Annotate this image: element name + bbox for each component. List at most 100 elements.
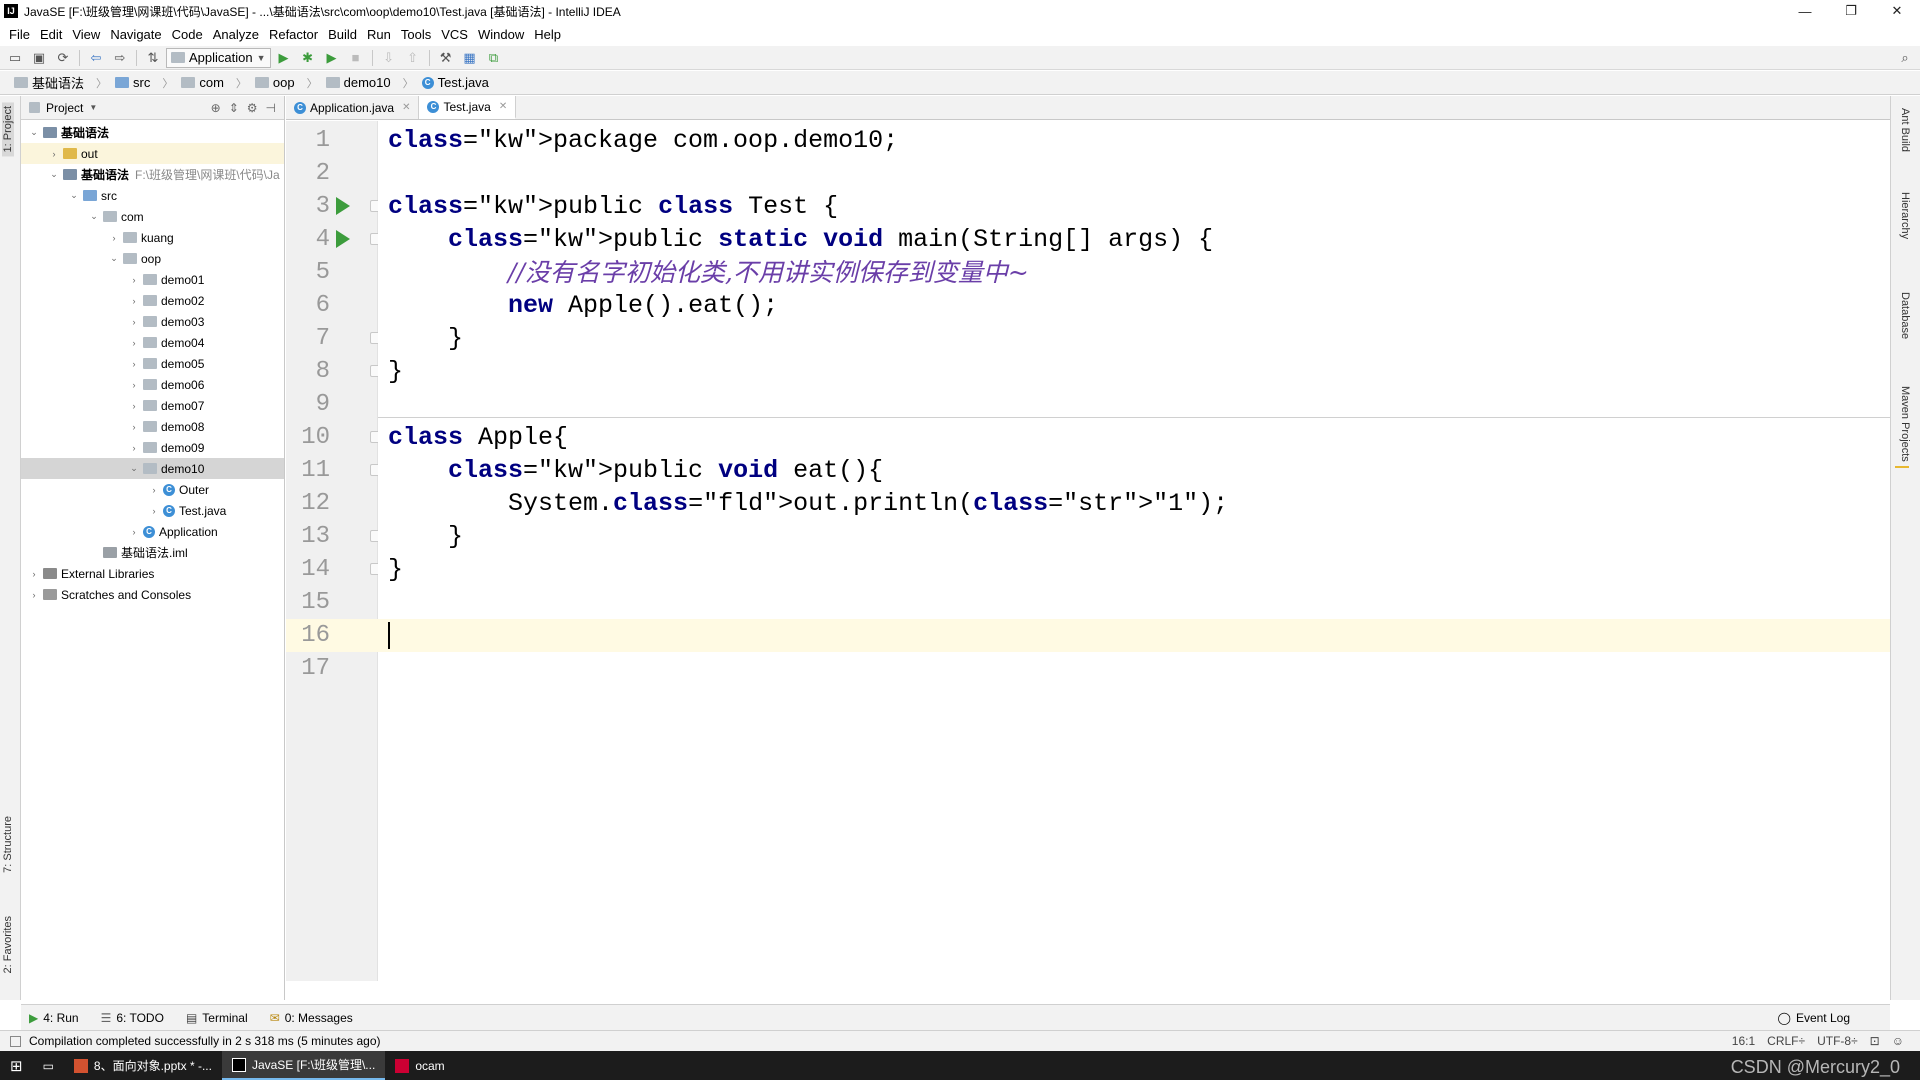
menu-refactor[interactable]: Refactor bbox=[264, 27, 323, 42]
todo-tool-tab[interactable]: ☰ 6: TODO bbox=[101, 1011, 164, 1025]
menu-edit[interactable]: Edit bbox=[35, 27, 67, 42]
chevron-right-icon[interactable]: › bbox=[127, 275, 141, 285]
inspector-icon[interactable]: ☺ bbox=[1892, 1034, 1904, 1048]
run-configuration-dropdown[interactable]: Application ▼ bbox=[166, 47, 271, 68]
settings-wrench-icon[interactable]: ⚒ bbox=[435, 48, 457, 68]
breadcrumb-item[interactable]: 基础语法 bbox=[8, 73, 90, 92]
tree-item[interactable]: › demo02 bbox=[21, 290, 284, 311]
chevron-right-icon[interactable]: › bbox=[107, 233, 121, 243]
menu-code[interactable]: Code bbox=[167, 27, 208, 42]
code-line[interactable]: } bbox=[378, 355, 1890, 388]
menu-help[interactable]: Help bbox=[529, 27, 566, 42]
status-toggle-icon[interactable] bbox=[10, 1035, 21, 1047]
chevron-down-icon[interactable]: ⌄ bbox=[47, 169, 61, 180]
tree-item[interactable]: ⌄ oop bbox=[21, 248, 284, 269]
code-line[interactable]: } bbox=[378, 553, 1890, 586]
chevron-down-icon[interactable]: ▼ bbox=[89, 103, 97, 112]
menu-vcs[interactable]: VCS bbox=[436, 27, 473, 42]
gear-icon[interactable]: ⚙ bbox=[247, 101, 258, 115]
hide-panel-icon[interactable]: ⊣ bbox=[266, 101, 276, 115]
coverage-icon[interactable]: ▶ bbox=[321, 48, 343, 68]
tree-item[interactable]: › C Application bbox=[21, 521, 284, 542]
menu-file[interactable]: File bbox=[4, 27, 35, 42]
run-gutter-icon[interactable] bbox=[336, 197, 350, 215]
chevron-down-icon[interactable]: ⌄ bbox=[67, 190, 81, 201]
tree-item[interactable]: › out bbox=[21, 143, 284, 164]
tab-application-java[interactable]: C Application.java ✕ bbox=[286, 96, 420, 119]
code-line[interactable]: //没有名字初始化类,不用讲实例保存到变量中~ bbox=[378, 256, 1890, 289]
chevron-right-icon[interactable]: › bbox=[127, 443, 141, 453]
lock-icon[interactable]: ⊡ bbox=[1870, 1034, 1880, 1048]
chevron-right-icon[interactable]: › bbox=[127, 338, 141, 348]
breadcrumb-item[interactable]: demo10 bbox=[301, 75, 397, 91]
tree-item[interactable]: › demo08 bbox=[21, 416, 284, 437]
debug-icon[interactable]: ✱ bbox=[297, 48, 319, 68]
collapse-all-icon[interactable]: ⇕ bbox=[229, 101, 239, 115]
close-tab-icon[interactable]: ✕ bbox=[499, 101, 507, 112]
tree-item[interactable]: 基础语法.iml bbox=[21, 542, 284, 563]
tree-item[interactable]: ⌄ demo10 bbox=[21, 458, 284, 479]
maximize-button[interactable]: ❐ bbox=[1828, 0, 1874, 22]
menu-build[interactable]: Build bbox=[323, 27, 362, 42]
search-icon[interactable]: ⌕ bbox=[1894, 48, 1916, 68]
event-log-tool-tab[interactable]: ◯ Event Log bbox=[1778, 1011, 1850, 1025]
code-line[interactable]: class="kw">public static void main(Strin… bbox=[378, 223, 1890, 256]
run-gutter-icon[interactable] bbox=[336, 230, 350, 248]
minimize-button[interactable]: — bbox=[1782, 0, 1828, 22]
maven-projects-tool-tab[interactable]: Maven Projects bbox=[1899, 386, 1911, 462]
line-separator[interactable]: CRLF÷ bbox=[1767, 1034, 1805, 1048]
menu-window[interactable]: Window bbox=[473, 27, 529, 42]
tree-item[interactable]: › C Outer bbox=[21, 479, 284, 500]
messages-tool-tab[interactable]: ✉ 0: Messages bbox=[270, 1011, 353, 1025]
tree-item[interactable]: › demo06 bbox=[21, 374, 284, 395]
caret-position[interactable]: 16:1 bbox=[1732, 1034, 1755, 1048]
favorites-tool-tab[interactable]: 2: Favorites bbox=[2, 916, 14, 973]
breadcrumb-item[interactable]: CTest.java bbox=[397, 75, 495, 91]
editor-gutter[interactable]: 1 2 3 4 5 6 7 8 9 10 11 12 13 14 15 16 17 bbox=[286, 121, 382, 981]
chevron-down-icon[interactable]: ⌄ bbox=[127, 463, 141, 474]
chevron-right-icon[interactable]: › bbox=[127, 359, 141, 369]
stop-icon[interactable]: ■ bbox=[345, 48, 367, 68]
breadcrumb-item[interactable]: oop bbox=[230, 75, 301, 91]
chevron-right-icon[interactable]: › bbox=[127, 527, 141, 537]
chevron-right-icon[interactable]: › bbox=[147, 485, 161, 495]
menu-analyze[interactable]: Analyze bbox=[208, 27, 264, 42]
tree-item[interactable]: › C Test.java bbox=[21, 500, 284, 521]
chevron-right-icon[interactable]: › bbox=[127, 401, 141, 411]
tree-item[interactable]: › demo07 bbox=[21, 395, 284, 416]
taskbar-item-powerpoint[interactable]: 8、面向对象.pptx * -... bbox=[64, 1051, 222, 1080]
chevron-right-icon[interactable]: › bbox=[127, 422, 141, 432]
project-view-selector[interactable]: Project bbox=[46, 101, 83, 115]
code-line[interactable] bbox=[378, 652, 1890, 685]
status-message[interactable]: Compilation completed successfully in 2 … bbox=[29, 1034, 381, 1048]
chevron-right-icon[interactable]: › bbox=[127, 317, 141, 327]
tree-item[interactable]: ⌄ 基础语法 F:\班级管理\网课班\代码\Ja bbox=[21, 164, 284, 185]
close-button[interactable]: ✕ bbox=[1874, 0, 1920, 22]
tree-item[interactable]: › Scratches and Consoles bbox=[21, 584, 284, 605]
project-tool-tab[interactable]: 1: Project bbox=[2, 102, 14, 157]
chevron-right-icon[interactable]: › bbox=[147, 506, 161, 516]
sdk-icon[interactable]: ⧉ bbox=[483, 48, 505, 68]
tree-item[interactable]: › demo05 bbox=[21, 353, 284, 374]
chevron-right-icon[interactable]: › bbox=[127, 296, 141, 306]
code-line[interactable]: } bbox=[378, 520, 1890, 553]
chevron-down-icon[interactable]: ⌄ bbox=[87, 211, 101, 222]
back-icon[interactable]: ⇦ bbox=[85, 48, 107, 68]
close-tab-icon[interactable]: ✕ bbox=[402, 102, 410, 113]
sync-icon[interactable]: ⟳ bbox=[52, 48, 74, 68]
taskbar-item-intellij[interactable]: JavaSE [F:\班级管理\... bbox=[221, 1051, 386, 1080]
tree-item[interactable]: › demo03 bbox=[21, 311, 284, 332]
code-line[interactable] bbox=[378, 586, 1890, 619]
tree-item[interactable]: › kuang bbox=[21, 227, 284, 248]
run-tool-tab[interactable]: ▶ 4: Run bbox=[29, 1011, 79, 1025]
code-line[interactable]: System.class="fld">out.println(class="st… bbox=[378, 487, 1890, 520]
menu-tools[interactable]: Tools bbox=[396, 27, 436, 42]
code-line[interactable] bbox=[378, 619, 1890, 652]
tree-item[interactable]: ⌄ src bbox=[21, 185, 284, 206]
chevron-down-icon[interactable]: ⌄ bbox=[107, 253, 121, 264]
tree-item[interactable]: › demo09 bbox=[21, 437, 284, 458]
chevron-right-icon[interactable]: › bbox=[127, 380, 141, 390]
code-line[interactable]: class="kw">public void eat(){ bbox=[378, 454, 1890, 487]
tree-item[interactable]: › demo01 bbox=[21, 269, 284, 290]
forward-icon[interactable]: ⇨ bbox=[109, 48, 131, 68]
